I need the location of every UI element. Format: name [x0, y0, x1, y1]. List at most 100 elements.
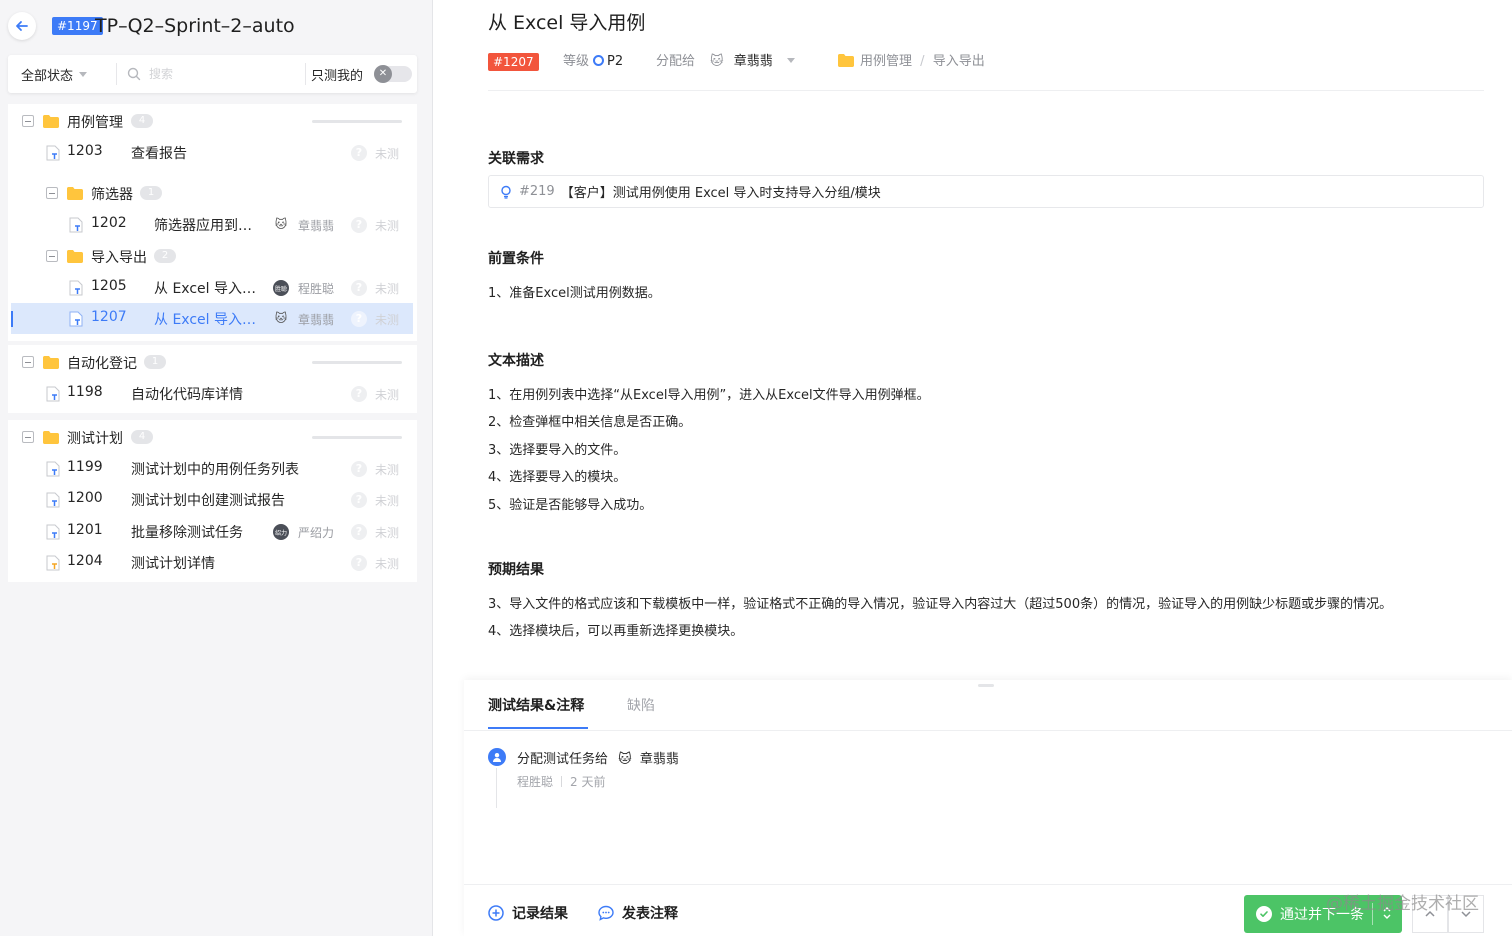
case-id: 1198 — [67, 384, 103, 400]
requirement-id: #219 — [519, 184, 555, 199]
post-comment-label: 发表注释 — [622, 906, 678, 922]
tab-divider — [464, 730, 1512, 731]
case-status: 未测 — [375, 313, 400, 327]
test-case-icon — [69, 280, 83, 296]
collapse-icon[interactable] — [46, 250, 58, 262]
assignee-name: 程胜聪 — [298, 282, 335, 296]
tree-folder-row[interactable]: 自动化登记 1 — [8, 346, 417, 377]
folder-label: 导入导出 — [91, 250, 147, 266]
folder-label: 筛选器 — [91, 187, 133, 203]
assign-label: 分配给 — [656, 54, 696, 69]
section-title-description: 文本描述 — [488, 353, 544, 369]
case-count-badge: 1 — [140, 186, 162, 200]
tab-defects[interactable]: 缺陷 — [627, 695, 655, 715]
tree-folder-row[interactable]: 用例管理 4 — [8, 105, 417, 136]
case-id-badge: #1207 — [488, 53, 539, 71]
test-case-icon — [69, 217, 83, 233]
question-icon: ? — [351, 492, 367, 508]
case-id: 1205 — [91, 278, 127, 294]
panel-resize-handle[interactable] — [978, 684, 994, 687]
case-status: 未测 — [375, 526, 400, 540]
description-line: 2、检查弹框中相关信息是否正确。 — [488, 415, 692, 430]
folder-label: 自动化登记 — [67, 356, 137, 372]
collapse-icon[interactable] — [22, 115, 34, 127]
tree-folder-row[interactable]: 测试计划 4 — [8, 421, 417, 452]
module-breadcrumb[interactable]: 用例管理 / 导入导出 — [838, 52, 985, 72]
case-detail-pane: 从 Excel 导入用例 #1207 等级 P2 分配给 🐱 章翡翡 用例管理 /… — [434, 0, 1512, 936]
test-case-row[interactable]: 1205 从 Excel 导入… 胜聪 程胜聪 ? 未测 — [8, 272, 417, 303]
case-count-badge: 4 — [131, 114, 153, 128]
section-title-expected: 预期结果 — [488, 562, 544, 578]
question-icon: ? — [351, 386, 367, 402]
question-icon: ? — [351, 280, 367, 296]
case-id: 1202 — [91, 215, 127, 231]
only-mine-toggle[interactable]: ✕ — [374, 65, 412, 83]
folder-icon — [67, 250, 83, 263]
case-status: 未测 — [375, 557, 400, 571]
description-line: 4、选择要导入的模块。 — [488, 470, 627, 485]
case-id: 1203 — [67, 143, 103, 159]
case-id: 1199 — [67, 459, 103, 475]
group-progress-bar — [312, 361, 402, 364]
group-progress-bar — [312, 436, 402, 439]
status-filter-select[interactable]: 全部状态 — [21, 65, 88, 84]
activity-target: 章翡翡 — [639, 752, 679, 767]
case-name: 自动化代码库详情 — [131, 387, 243, 403]
collapse-icon[interactable] — [46, 187, 58, 199]
case-name: 从 Excel 导入… — [154, 312, 256, 328]
test-case-row[interactable]: 1198 自动化代码库详情 ? 未测 — [8, 378, 417, 409]
collapse-icon[interactable] — [22, 356, 34, 368]
case-name: 筛选器应用到… — [154, 218, 252, 234]
folder-icon — [43, 356, 59, 369]
search-input[interactable] — [149, 67, 289, 81]
case-status: 未测 — [375, 494, 400, 508]
case-tree-sidebar: #1197 TP–Q2–Sprint–2–auto 全部状态 只测我的 ✕ 用例… — [0, 0, 433, 936]
assignee-avatar: 绍力 — [273, 524, 289, 540]
case-status: 未测 — [375, 219, 400, 233]
tree-group-automation: 自动化登记 1 1198 自动化代码库详情 ? 未测 — [8, 345, 417, 413]
toggle-off-icon: ✕ — [374, 65, 392, 83]
test-case-row[interactable]: 1200 测试计划中创建测试报告 ? 未测 — [8, 484, 417, 515]
test-case-icon — [69, 311, 83, 327]
test-case-row[interactable]: 1202 筛选器应用到… 🐱 章翡翡 ? 未测 — [8, 209, 417, 240]
question-icon: ? — [351, 217, 367, 233]
description-line: 5、验证是否能够导入成功。 — [488, 498, 653, 513]
sidebar-header: #1197 TP–Q2–Sprint–2–auto — [0, 0, 433, 54]
record-result-button[interactable]: 记录结果 — [488, 903, 568, 923]
expected-line: 4、选择模块后，可以再重新选择更换模块。 — [488, 624, 744, 639]
linked-requirement[interactable]: #219 【客户】测试用例使用 Excel 导入时支持导入分组/模块 — [488, 175, 1484, 208]
test-case-icon — [46, 386, 60, 402]
test-case-row-selected[interactable]: 1207 从 Excel 导入… 🐱 章翡翡 ? 未测 — [11, 303, 413, 334]
assignee-select[interactable]: 🐱 章翡翡 — [710, 52, 795, 72]
activity-action: 分配测试任务给 — [517, 752, 609, 767]
back-button[interactable] — [8, 12, 36, 40]
case-name: 从 Excel 导入… — [154, 281, 256, 297]
filter-bar: 全部状态 只测我的 ✕ — [8, 55, 417, 93]
priority-value: P2 — [607, 54, 624, 69]
test-case-row[interactable]: 1201 批量移除测试任务 绍力 严绍力 ? 未测 — [8, 516, 417, 547]
tree-folder-row[interactable]: 筛选器 1 — [8, 177, 417, 208]
meta-divider — [488, 90, 1484, 91]
tree-folder-row[interactable]: 导入导出 2 — [8, 240, 417, 271]
active-tab-indicator — [488, 727, 588, 729]
priority-field[interactable]: 等级 P2 — [563, 52, 623, 72]
case-name: 测试计划中创建测试报告 — [131, 493, 285, 509]
description-line: 1、在用例列表中选择“从Excel导入用例”，进入从Excel文件导入用例弹框。 — [488, 388, 930, 403]
test-case-row[interactable]: 1199 测试计划中的用例任务列表 ? 未测 — [8, 453, 417, 484]
description-line: 3、选择要导入的文件。 — [488, 443, 627, 458]
case-name: 测试计划中的用例任务列表 — [131, 462, 299, 478]
case-title: 从 Excel 导入用例 — [488, 12, 646, 34]
requirement-title: 【客户】测试用例使用 Excel 导入时支持导入分组/模块 — [560, 186, 881, 201]
group-progress-bar — [312, 120, 402, 123]
question-icon: ? — [351, 311, 367, 327]
collapse-icon[interactable] — [22, 431, 34, 443]
case-name: 批量移除测试任务 — [131, 525, 243, 541]
tab-results-comments[interactable]: 测试结果&注释 — [488, 695, 584, 715]
test-case-row[interactable]: 1204 测试计划详情 ? 未测 — [8, 547, 417, 578]
question-icon: ? — [351, 524, 367, 540]
search-icon — [127, 67, 141, 81]
record-result-label: 记录结果 — [512, 906, 568, 922]
test-case-icon — [46, 461, 60, 477]
post-comment-button[interactable]: 发表注释 — [598, 903, 678, 923]
test-case-row[interactable]: 1203 查看报告 ? 未测 — [8, 137, 417, 168]
